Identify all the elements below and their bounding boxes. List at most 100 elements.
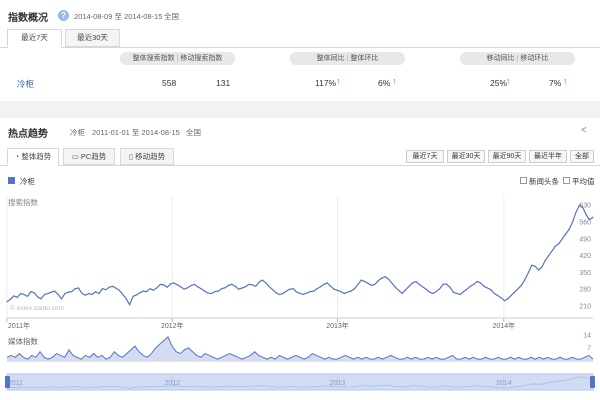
data-point [462,291,465,293]
tab-last-7-days[interactable]: 最近7天 [7,29,62,47]
help-icon[interactable]: ? [58,10,69,21]
keyword-link[interactable]: 冷柜 [17,78,34,90]
tab-last-30-days[interactable]: 最近30天 [65,29,120,47]
data-point [551,250,553,252]
overview-title: 指数概况 [8,13,48,24]
data-point [88,292,90,295]
header-mobile-index: 移动搜索指数 [180,55,223,62]
data-point [374,283,376,285]
data-point [517,288,519,290]
navigator-tick-label: 2013 [330,380,346,387]
data-point [565,233,567,235]
trend-panel: 热点趋势 冷柜 2011-01-01 至 2014-08-15 全国 < ◔ 整… [0,118,600,400]
data-point [514,291,516,293]
data-point [74,288,76,290]
data-point [326,282,328,284]
y-tick-label: 560 [579,220,591,227]
search-index-chart[interactable]: 2011年 2012年 2013年 2014年21028035042049056063… [0,118,600,400]
data-point [449,286,451,288]
data-point [132,295,134,297]
data-point [541,266,543,268]
data-point [422,286,424,288]
data-point [592,216,594,218]
data-point [479,282,482,284]
data-point [292,288,294,290]
data-point [94,291,97,293]
overall-mom-value: 6% [378,78,391,88]
header-overall-mom: 整体环比 [350,55,379,62]
data-point [343,292,345,295]
data-point [299,292,301,295]
data-point [330,285,332,287]
data-point [214,291,216,293]
data-point [105,289,107,291]
x-tick-label: 2014年 [493,321,516,330]
data-point [459,293,461,296]
header-overall-index: 整体搜索指数 [132,55,175,62]
data-point [500,297,502,299]
data-point [442,283,444,285]
data-point [473,283,475,285]
data-point [37,296,39,298]
data-point [231,283,233,285]
data-point [445,283,448,285]
data-point [493,292,495,295]
data-point [435,291,437,293]
data-point [207,292,209,294]
data-point [391,282,393,284]
data-point [568,228,570,230]
data-point [497,294,499,297]
data-point [180,286,182,288]
header-overall-yoy: 整体同比 [316,55,345,62]
data-point [60,298,63,300]
y-tick-label: 280 [579,287,591,294]
data-point [248,283,250,285]
data-point [159,283,161,285]
data-point [139,292,141,294]
overall-mobile-index-header: 整体搜索指数 | 移动搜索指数 [120,52,235,65]
data-point [527,272,529,274]
data-point [537,269,540,271]
data-point [306,292,308,294]
data-point [129,304,131,306]
data-point [101,288,103,290]
data-point [33,292,35,294]
data-point [398,289,400,291]
data-point [401,292,403,295]
data-point [534,265,536,267]
data-point [384,276,386,278]
data-point [439,288,441,290]
data-point [278,293,281,296]
mobile-index-value: 131 [216,78,231,88]
data-point [227,284,230,286]
y-tick-label: 420 [579,253,591,260]
data-point [575,211,577,213]
tab-divider [0,47,600,48]
data-point [360,279,362,281]
data-point [108,286,110,288]
data-point [418,283,420,285]
data-point [156,287,158,289]
data-point [333,288,335,290]
media-y-tick-label: 14 [583,333,591,340]
data-point [336,289,339,291]
navigator-tick-label: 2011 [8,380,23,387]
data-point [272,289,274,291]
data-point [190,285,192,287]
y-tick-label: 210 [579,304,591,311]
overview-panel: 指数概况 ? 2014-08-09 至 2014-08-15 全国 最近7天 最… [0,0,600,101]
data-point [554,245,557,247]
data-point [64,292,66,295]
data-point [183,288,185,290]
data-point [26,295,29,297]
navigator-tick-label: 2014 [496,380,512,387]
data-point [166,286,168,288]
data-point [142,290,144,292]
data-point [238,288,240,290]
data-point [122,293,124,296]
data-point [289,288,291,290]
data-point [483,285,485,287]
navigator-tick-label: 2012 [164,380,180,387]
data-point [285,290,287,292]
data-point [428,291,431,293]
